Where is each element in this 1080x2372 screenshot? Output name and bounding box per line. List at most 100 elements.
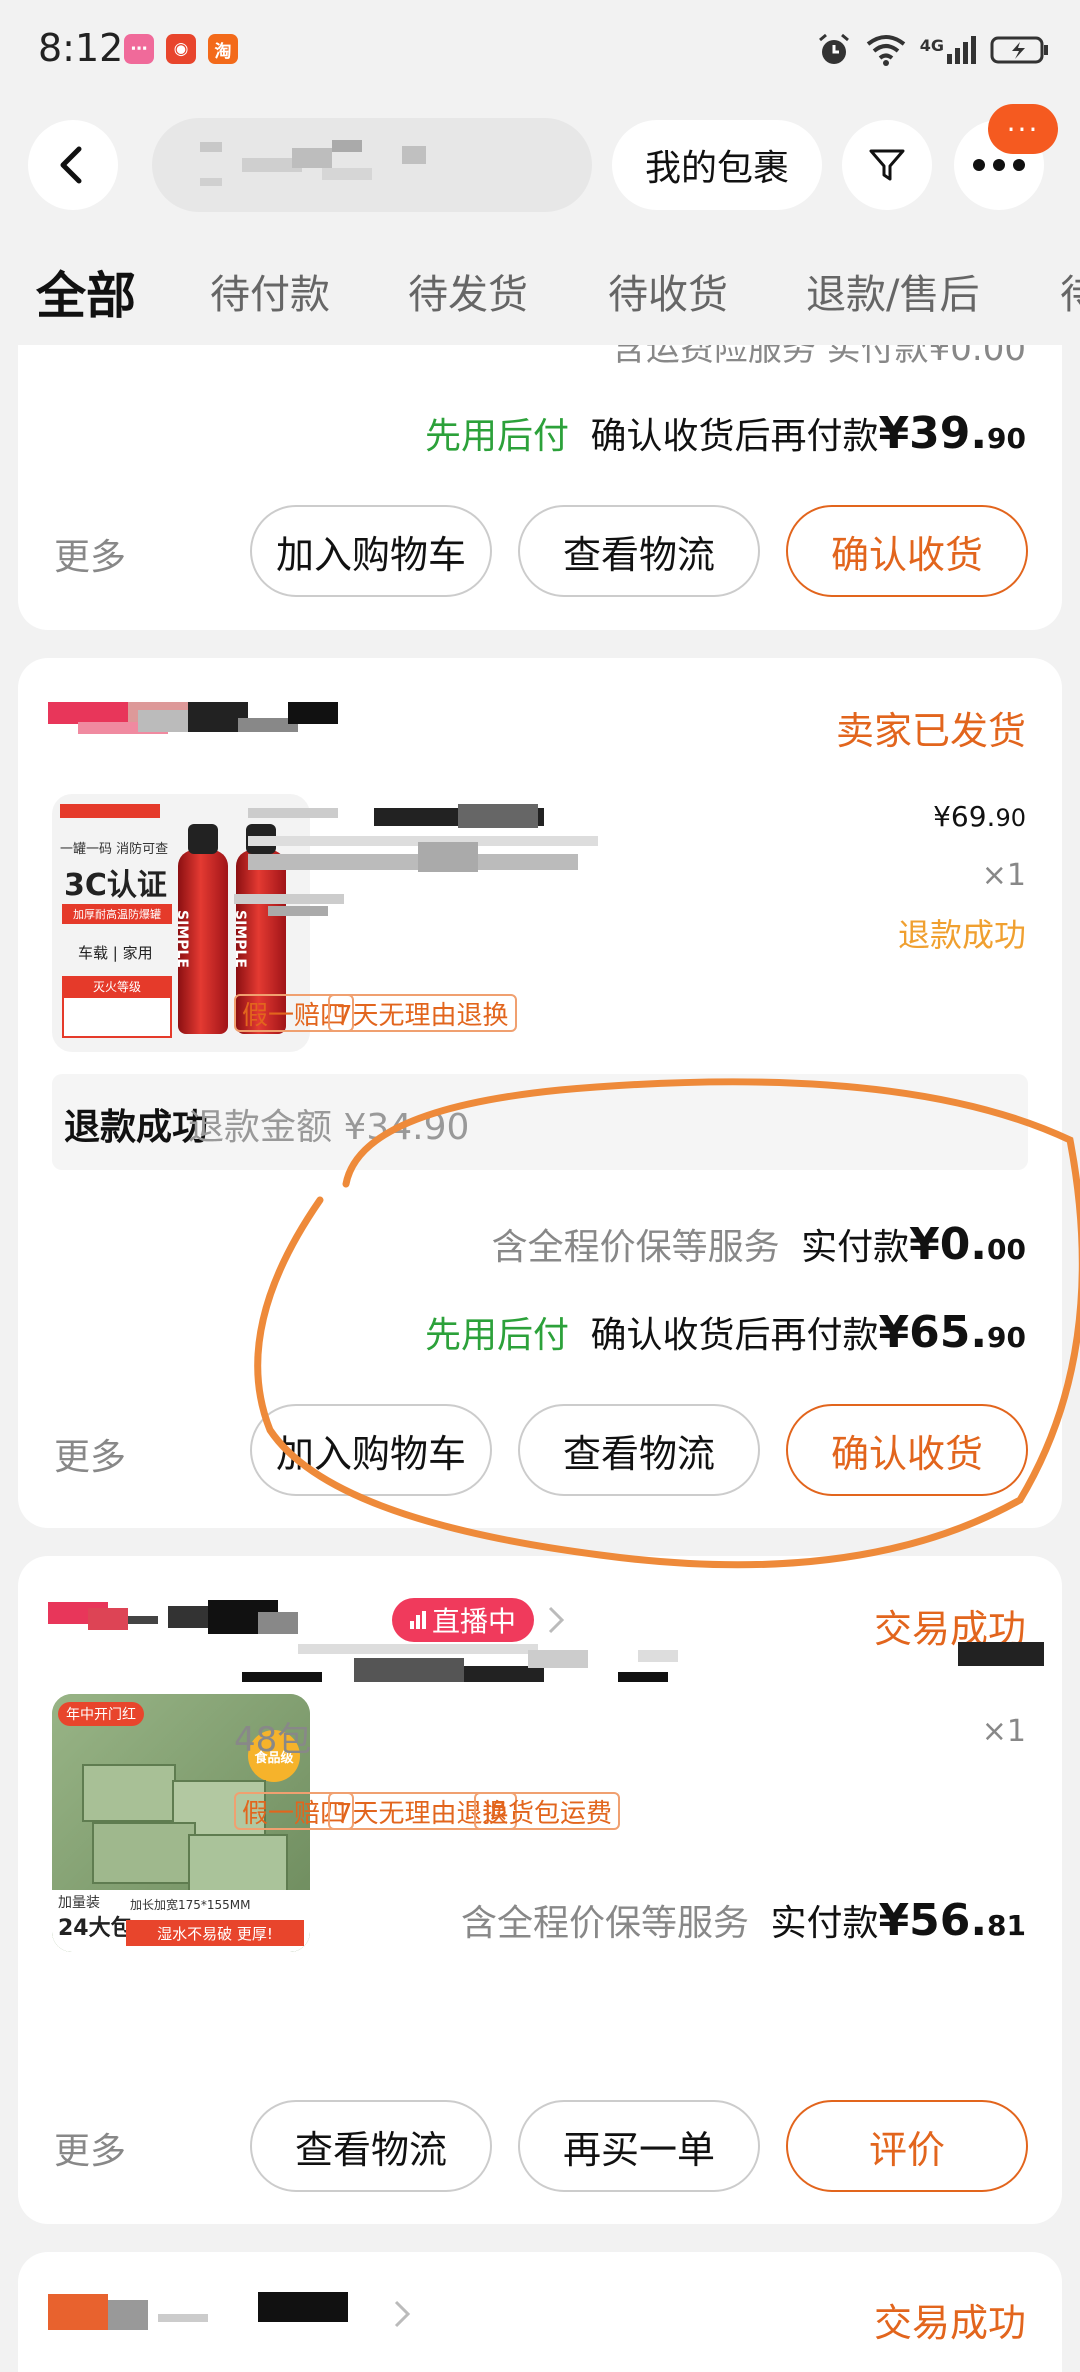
thumb-caption: 一罐一码 消防可查: [60, 842, 169, 857]
unit-price: ¥69.90: [933, 794, 1026, 835]
add-to-cart-button[interactable]: 加入购物车: [250, 1404, 492, 1496]
more-link[interactable]: 更多: [54, 2122, 126, 2174]
quantity: ×1: [981, 1714, 1026, 1749]
wifi-icon: [866, 35, 905, 66]
view-logistics-button[interactable]: 查看物流: [518, 505, 760, 597]
thumb-rating-box: [62, 996, 172, 1038]
status-bar: 8:12 ⋯ ◉ 淘 4G: [0, 0, 1080, 100]
service-tag: 7天无理由退换: [328, 994, 517, 1032]
paid-label: 实付款: [801, 1227, 910, 1268]
extinguisher-bottle: SIMPLE: [174, 850, 228, 1034]
chevron-right-icon: [548, 1606, 565, 1634]
thumb-usage: 车载 | 家用: [78, 944, 153, 962]
thumb-rating: 灭火等级: [62, 976, 172, 996]
paid-big: ¥0.: [909, 1219, 988, 1270]
paid-line: 含全程价保等服务 实付款¥56.81: [461, 1894, 1026, 1946]
service-text: 含全程价保等服务: [460, 1903, 749, 1944]
confirm-receipt-button[interactable]: 确认收货: [786, 505, 1028, 597]
live-bars-icon: [409, 1611, 426, 1629]
buy-again-button[interactable]: 再买一单: [518, 2100, 760, 2192]
order-card: 直播中 交易成功 年中开门红 食品级 加量装 24大包 加长加宽175*155M…: [18, 1556, 1062, 2224]
view-logistics-button[interactable]: 查看物流: [518, 1404, 760, 1496]
service-tag: 退货包运费: [474, 1792, 621, 1830]
more-dots-icon: [973, 159, 1025, 171]
confirm-receipt-button[interactable]: 确认收货: [786, 1404, 1028, 1496]
tissue-pack: [82, 1764, 176, 1822]
pay-later-label: 先用后付: [424, 1315, 569, 1356]
amount-big: ¥65.: [878, 1307, 988, 1358]
product-subtitle: 48包: [234, 1720, 312, 1760]
alarm-icon: [818, 33, 849, 64]
amount-big: ¥39.: [878, 408, 988, 459]
order-card: 含运费险服务 实付款¥0.00 先用后付 确认收货后再付款¥39.90 更多 加…: [18, 345, 1062, 630]
tissue-pack: [92, 1822, 196, 1884]
partial-paid-text: 含运费险服务 实付款¥0.00: [611, 345, 1026, 369]
thumb-footer-count: 24大包: [58, 1916, 133, 1941]
tab-refund-aftersale[interactable]: 退款/售后: [806, 262, 979, 320]
pay-later-line: 先用后付 确认收货后再付款¥39.90: [425, 407, 1026, 459]
brand-strip: [60, 804, 160, 818]
pay-later-line: 先用后付 确认收货后再付款¥65.90: [425, 1306, 1026, 1358]
battery-icon: [990, 36, 1048, 64]
app-notification-icon: ◉: [166, 34, 196, 64]
amount-small: 90: [987, 422, 1026, 455]
network-type: 4G: [919, 36, 944, 55]
amount-small: 90: [987, 1321, 1026, 1354]
paid-line: 含全程价保等服务 实付款¥0.00: [492, 1218, 1026, 1270]
more-link[interactable]: 更多: [54, 528, 126, 580]
order-status: 卖家已发货: [835, 709, 1026, 753]
order-card: 交易成功: [18, 2252, 1062, 2372]
tab-pending-receipt[interactable]: 待收货: [608, 262, 728, 320]
tissue-pack: [188, 1834, 288, 1894]
order-card: 卖家已发货 一罐一码 消防可查 3C认证 加厚耐高温防爆罐 车载 | 家用 灭火…: [18, 658, 1062, 1528]
add-to-cart-button[interactable]: 加入购物车: [250, 505, 492, 597]
service-text: 含全程价保等服务: [491, 1227, 780, 1268]
app-notification-icon: ⋯: [124, 34, 154, 64]
pay-later-label: 先用后付: [424, 416, 569, 457]
refund-info-bar[interactable]: 退款成功 退款金额 ¥34.90: [52, 1074, 1028, 1170]
thumb-corner-label: 年中开门红: [58, 1702, 144, 1726]
message-badge[interactable]: ···: [988, 104, 1058, 154]
tab-pending-payment[interactable]: 待付款: [210, 262, 330, 320]
review-button[interactable]: 评价: [786, 2100, 1028, 2192]
clock: 8:12: [38, 26, 124, 70]
tab-all[interactable]: 全部: [36, 256, 136, 328]
view-logistics-button[interactable]: 查看物流: [250, 2100, 492, 2192]
confirm-text: 确认收货后再付款: [590, 1315, 879, 1356]
my-packages-button[interactable]: 我的包裹: [612, 120, 822, 210]
filter-button[interactable]: [842, 120, 932, 210]
tab-pending-shipment[interactable]: 待发货: [408, 262, 528, 320]
refund-title: 退款成功: [64, 1107, 209, 1148]
paid-small: 81: [987, 1909, 1026, 1942]
chevron-right-icon: [394, 2300, 411, 2328]
tab-pending-review[interactable]: 待: [1060, 262, 1080, 320]
search-input[interactable]: [152, 118, 592, 212]
live-label: 直播中: [431, 1605, 516, 1638]
order-tabs: 全部 待付款 待发货 待收货 退款/售后 待: [0, 262, 1080, 342]
back-button[interactable]: [28, 120, 118, 210]
item-refund-status: 退款成功: [897, 916, 1026, 954]
more-link[interactable]: 更多: [54, 1428, 126, 1480]
paid-label: 实付款: [770, 1903, 879, 1944]
bottle-brand: SIMPLE: [232, 910, 248, 968]
price-big: ¥69.: [933, 800, 996, 833]
confirm-text: 确认收货后再付款: [590, 416, 879, 457]
bottle-brand: SIMPLE: [174, 910, 190, 968]
thumb-3c-label: 3C认证: [64, 868, 167, 903]
order-status: 交易成功: [873, 2301, 1026, 2345]
thumb-size-text: 加长加宽175*155MM: [130, 1898, 251, 1912]
thumb-footer-text: 加量装: [58, 1895, 100, 1911]
price-small: 90: [995, 804, 1026, 832]
paid-small: 00: [987, 1233, 1026, 1266]
live-badge[interactable]: 直播中: [392, 1598, 534, 1642]
bottle-cap: [188, 824, 218, 854]
refund-amount: 退款金额 ¥34.90: [188, 1107, 470, 1148]
signal-icon: 4G: [920, 36, 976, 64]
taobao-notification-icon: 淘: [208, 34, 238, 64]
system-icons: 4G: [816, 28, 1050, 72]
thumb-slogan: 湿水不易破 更厚!: [126, 1920, 304, 1946]
thumb-tag: 加厚耐高温防爆罐: [62, 904, 172, 924]
chevron-left-icon: [60, 146, 82, 184]
filter-icon: [869, 149, 905, 181]
quantity: ×1: [981, 858, 1026, 893]
